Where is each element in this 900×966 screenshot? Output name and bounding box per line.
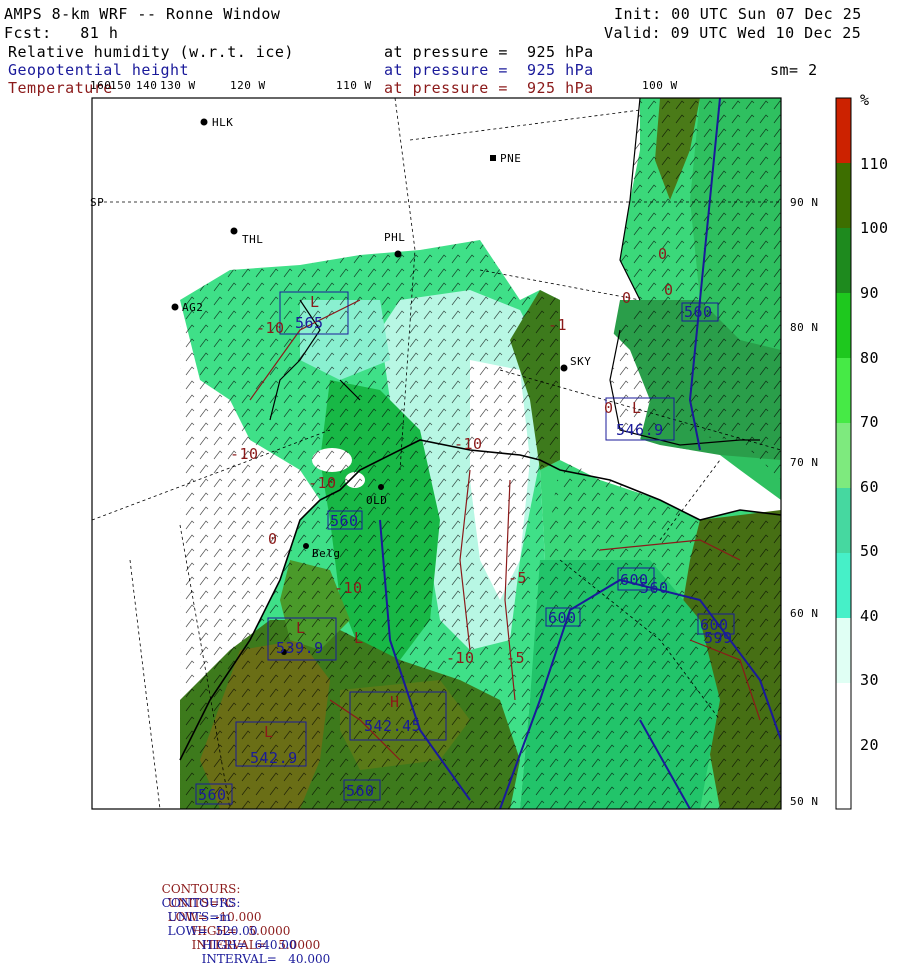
lon-label-110: 110 W — [336, 79, 372, 92]
height-label-13: 599 — [704, 629, 733, 647]
colorbar-tick-60: 60 — [860, 478, 880, 496]
lat-label-70: 70 N — [790, 456, 819, 469]
colorbar-tick-80: 80 — [860, 349, 880, 367]
colorbar-tick-90: 90 — [860, 284, 880, 302]
model-title: AMPS 8-km WRF -- Ronne Window — [4, 5, 281, 23]
station-phl: PHL — [384, 231, 406, 244]
footer-height-row: CONTOURS: UNITS=m LOW= 520.00 HIGH= 640.… — [154, 882, 331, 966]
lat-label-60: 60 N — [790, 607, 819, 620]
init-time: Init: 00 UTC Sun 07 Dec 25 — [614, 5, 862, 23]
field-rh-name: Relative humidity (w.r.t. ice) — [8, 43, 294, 61]
temp-label-13: 0 — [268, 530, 278, 548]
low-label-2: L — [632, 399, 642, 417]
low-label-4: L — [354, 629, 364, 647]
height-label-3: 560 — [330, 512, 359, 530]
low-label-3: L — [296, 619, 306, 637]
colorbar-tick-40: 40 — [860, 607, 880, 625]
temp-label-10: 0 — [658, 245, 668, 263]
temp-label-8: -5 — [506, 649, 526, 667]
station-sky: SKY — [570, 355, 592, 368]
colorbar-tick-110: 110 — [860, 155, 889, 173]
station-hlk: HLK — [212, 116, 234, 129]
map-svg — [91, 97, 852, 810]
footer-height-label: CONTOURS: — [161, 896, 241, 910]
field-height-name: Geopotential height — [8, 61, 190, 79]
temp-label-14: 0 — [604, 399, 614, 417]
lat-label-90: 90 N — [790, 196, 819, 209]
height-label-4: 560 — [198, 786, 227, 804]
station-old: OLD — [366, 494, 388, 507]
lon-label-150: 150 — [110, 79, 132, 92]
colorbar-swatches — [835, 97, 852, 810]
colorbar-tick-30: 30 — [860, 671, 880, 689]
height-label-10: 546.9 — [616, 421, 664, 439]
height-label-8: 542.45 — [364, 717, 422, 735]
temp-label-3: -10 — [454, 435, 483, 453]
smoothing: sm= 2 — [770, 61, 818, 79]
low-label-5: L — [264, 723, 274, 741]
valid-time: Valid: 09 UTC Wed 10 Dec 25 — [604, 24, 862, 42]
field-height-level: at pressure = 925 hPa — [384, 61, 594, 79]
footer-height-low: LOW= 520.00 — [167, 924, 258, 938]
station-thl: THL — [242, 233, 264, 246]
temp-label-6: -10 — [230, 445, 259, 463]
footer-height-interval: INTERVAL= 40.000 — [201, 952, 331, 966]
lat-label-80: 80 N — [790, 321, 819, 334]
forecast-hour: Fcst: 81 h — [4, 24, 119, 42]
lon-label-130: 130 W — [160, 79, 196, 92]
temp-label-4: -5 — [508, 569, 528, 587]
temp-label-9: -1 — [548, 316, 568, 334]
height-label-14: 560 — [640, 579, 669, 597]
footer-height-high: HIGH= 640.00 — [201, 938, 297, 952]
colorbar-unit: % — [860, 91, 870, 109]
height-label-5: 600 — [548, 609, 577, 627]
lon-label-160: 160 — [90, 79, 112, 92]
height-label-2: 560 — [684, 303, 713, 321]
height-label-9: 560 — [346, 782, 375, 800]
colorbar-tick-20: 20 — [860, 736, 880, 754]
field-rh-level: at pressure = 925 hPa — [384, 43, 594, 61]
station-belg: Belg — [312, 547, 341, 560]
low-label-1: L — [310, 293, 320, 311]
lon-label-100: 100 W — [642, 79, 678, 92]
temp-label-5: -10 — [446, 649, 475, 667]
station-pne: PNE — [500, 152, 522, 165]
temp-label-1: -10 — [256, 319, 285, 337]
temp-label-7: -10 — [334, 579, 363, 597]
height-label-1: 565 — [295, 314, 324, 332]
high-label-1: H — [390, 693, 400, 711]
height-label-11: 539.9 — [276, 639, 324, 657]
colorbar-tick-100: 100 — [860, 219, 889, 237]
temp-label-12: 0 — [664, 281, 674, 299]
height-label-12: 542.9 — [250, 749, 298, 767]
lon-label-120: 120 W — [230, 79, 266, 92]
sp-label: SP — [90, 196, 105, 209]
lon-label-140: 140 — [136, 79, 158, 92]
colorbar-tick-70: 70 — [860, 413, 880, 431]
station-ag2: AG2 — [182, 301, 204, 314]
footer-height-units: UNITS=m — [167, 910, 231, 924]
map-fields — [92, 98, 781, 809]
field-temp-level: at pressure = 925 hPa — [384, 79, 594, 97]
colorbar-tick-50: 50 — [860, 542, 880, 560]
lat-label-50: 50 N — [790, 795, 819, 808]
temp-label-2: -10 — [308, 474, 337, 492]
temp-label-11: 0 — [622, 289, 632, 307]
